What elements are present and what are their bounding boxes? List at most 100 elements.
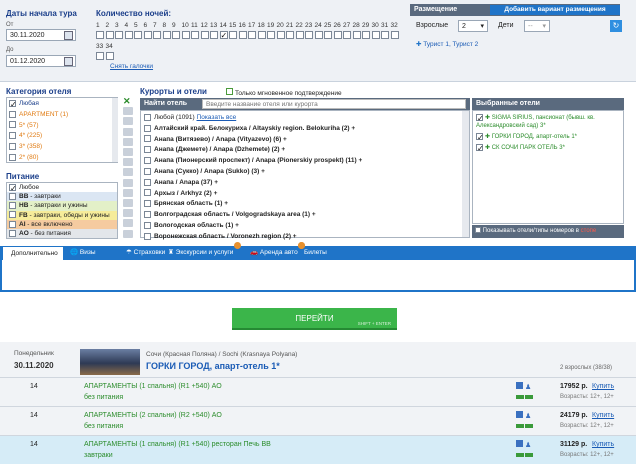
pool-icon[interactable] xyxy=(123,117,133,126)
checkbox[interactable] xyxy=(9,121,16,129)
checkbox[interactable] xyxy=(144,167,151,175)
checkbox[interactable] xyxy=(9,142,16,150)
night-checkbox[interactable] xyxy=(276,31,285,39)
category-item[interactable]: Любая xyxy=(9,99,115,110)
instant-confirm-checkbox[interactable] xyxy=(226,88,233,95)
resort-item[interactable]: Анапа (Пионерский проспект) / Anapa (Pio… xyxy=(144,156,466,167)
night-checkbox[interactable] xyxy=(124,31,133,39)
category-item[interactable]: 4* (225) xyxy=(9,131,115,142)
buy-link[interactable]: Купить xyxy=(592,412,614,419)
night-checkbox[interactable] xyxy=(295,31,304,39)
resort-item[interactable]: Алтайский край. Белокуриха / Altayskiy r… xyxy=(144,124,466,135)
night-checkbox[interactable] xyxy=(267,31,275,39)
tab-excursions[interactable]: ♜ Экскурсии и услуги xyxy=(168,242,248,260)
family-icon[interactable] xyxy=(123,127,133,136)
offer-row[interactable]: 14 АПАРТАМЕНТЫ (1 спальня) (R1 +540) рест… xyxy=(0,435,636,464)
go-button[interactable]: ПЕРЕЙТИ SHIFT + ENTER xyxy=(232,308,397,330)
checkbox[interactable] xyxy=(144,232,151,240)
spa-icon[interactable] xyxy=(123,137,133,146)
offer-row[interactable]: 14 АПАРТАМЕНТЫ (2 спальни) (R2 +540) AO бе… xyxy=(0,406,636,435)
night-checkbox[interactable] xyxy=(305,31,313,39)
calendar-icon[interactable] xyxy=(64,57,73,66)
night-checkbox[interactable] xyxy=(343,31,351,39)
resort-item[interactable]: Брянская область (1) + xyxy=(144,199,466,210)
category-item[interactable]: 3* (358) xyxy=(9,142,115,153)
night-checkbox[interactable] xyxy=(362,31,370,39)
checkbox[interactable] xyxy=(144,178,151,186)
star-icon[interactable] xyxy=(123,107,133,116)
scrollbar[interactable] xyxy=(462,111,469,237)
checkbox[interactable] xyxy=(144,221,151,229)
instant-confirm[interactable]: Только мгновенное подтверждение xyxy=(226,88,342,97)
meal-item[interactable]: AI - все включено xyxy=(7,219,117,229)
selected-hotel-item[interactable]: ✚ SIGMA SIRIUS, пансионат (бывш. кв. Але… xyxy=(476,114,620,130)
night-checkbox[interactable] xyxy=(229,31,237,39)
checkbox[interactable] xyxy=(9,192,16,200)
checkbox[interactable] xyxy=(144,156,151,164)
night-checkbox[interactable] xyxy=(371,31,380,39)
resort-item[interactable]: Анапа (Витязево) / Anapa (Vityazevo) (6)… xyxy=(144,135,466,146)
checkbox[interactable] xyxy=(9,132,16,140)
resort-item[interactable]: Анапа (Джемете) / Anapa (Dzhemete) (2) + xyxy=(144,145,466,156)
night-checkbox[interactable] xyxy=(143,31,152,39)
tourists-list[interactable]: ✚ Турист 1, Турист 2 xyxy=(416,40,478,48)
car-icon[interactable] xyxy=(123,219,133,228)
checkbox[interactable] xyxy=(9,183,16,191)
night-checkbox[interactable] xyxy=(381,31,389,39)
checkbox[interactable] xyxy=(9,99,16,107)
night-checkbox[interactable] xyxy=(105,52,114,60)
meal-item[interactable]: BB - завтраки xyxy=(7,192,117,202)
checkbox[interactable] xyxy=(144,200,151,208)
night-checkbox[interactable] xyxy=(191,31,199,39)
refresh-icon[interactable]: ↻ xyxy=(610,20,622,32)
checkbox[interactable] xyxy=(9,153,16,161)
night-checkbox[interactable] xyxy=(390,31,399,39)
uncheck-all-link[interactable]: Снять галочки xyxy=(110,63,153,70)
night-checkbox[interactable] xyxy=(210,31,218,39)
checkbox[interactable] xyxy=(9,110,16,118)
night-checkbox[interactable] xyxy=(105,31,114,39)
checkbox[interactable] xyxy=(9,229,16,237)
show-stop-rooms[interactable]: Показывать отели/типы номеров в стопе xyxy=(472,225,624,238)
resort-item[interactable]: Анапа (Сукко) / Anapa (Sukko) (3) + xyxy=(144,167,466,178)
resort-item[interactable]: Анапа / Anapa (37) + xyxy=(144,178,466,189)
resort-any-row[interactable]: Любой (1091) Показать все xyxy=(144,113,466,124)
tab-tickets[interactable]: Билеты xyxy=(298,242,354,260)
meal-item[interactable]: Любое xyxy=(7,183,117,193)
scrollbar[interactable] xyxy=(112,98,118,162)
beach-icon[interactable] xyxy=(123,148,133,156)
hotel-photo[interactable] xyxy=(80,349,140,375)
night-checkbox[interactable] xyxy=(172,31,180,39)
buy-link[interactable]: Купить xyxy=(592,441,614,448)
checkbox[interactable] xyxy=(9,220,16,228)
offer-room[interactable]: АПАРТАМЕНТЫ (1 спальня) (R1 +540) AO xyxy=(84,383,222,390)
night-checkbox[interactable] xyxy=(115,31,123,39)
resort-item[interactable]: Вологодская область (1) + xyxy=(144,221,466,232)
night-checkbox[interactable] xyxy=(96,52,104,60)
night-checkbox[interactable] xyxy=(162,31,171,39)
show-stop-checkbox[interactable] xyxy=(475,227,481,234)
selected-hotel-item[interactable]: ✚ ГОРКИ ГОРОД, апарт-отель 1* xyxy=(476,133,620,141)
checkbox[interactable] xyxy=(476,133,483,141)
add-variant-button[interactable]: Добавить вариант размещения xyxy=(490,5,620,15)
meal-item[interactable]: FB - завтраки, обеды и ужины xyxy=(7,210,117,220)
night-checkbox[interactable] xyxy=(219,31,228,39)
night-checkbox[interactable] xyxy=(238,31,247,39)
checkbox[interactable] xyxy=(144,189,151,197)
category-item[interactable]: 2* (80) xyxy=(9,153,115,164)
checkbox[interactable] xyxy=(9,211,16,219)
resort-item[interactable]: Волгоградская область / Volgogradskaya a… xyxy=(144,210,466,221)
night-checkbox[interactable] xyxy=(324,31,332,39)
checkbox[interactable] xyxy=(476,144,483,152)
ski-icon[interactable] xyxy=(123,188,133,197)
checkbox[interactable] xyxy=(9,202,16,210)
checkbox[interactable] xyxy=(144,113,151,121)
buy-link[interactable]: Купить xyxy=(592,383,614,390)
checkbox[interactable] xyxy=(144,210,151,218)
night-checkbox[interactable] xyxy=(153,31,161,39)
pet-icon[interactable] xyxy=(123,178,133,187)
night-checkbox[interactable] xyxy=(248,31,256,39)
children-select[interactable]: -- ▾ xyxy=(524,20,550,32)
night-checkbox[interactable] xyxy=(181,31,190,39)
resort-item[interactable]: Воронежская область / Voronezh region (2… xyxy=(144,232,466,243)
